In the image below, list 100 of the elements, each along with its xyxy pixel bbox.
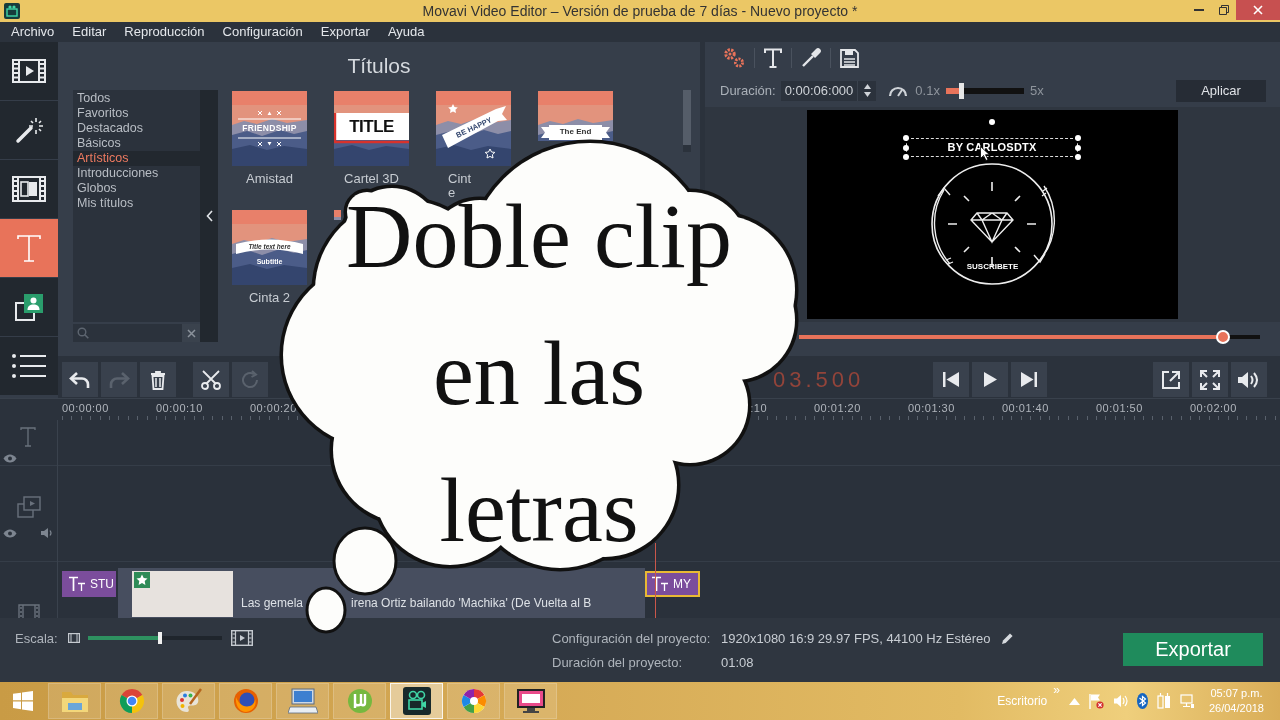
scale-label: Escala: xyxy=(15,630,58,646)
volume-button[interactable] xyxy=(1231,362,1267,397)
eyedropper-icon[interactable] xyxy=(801,48,821,68)
menu-item[interactable]: Exportar xyxy=(311,22,379,42)
taskbar-app-button[interactable] xyxy=(447,683,500,719)
info-value: 1920x1080 16:9 29.97 FPS, 44100 Hz Estéreo xyxy=(721,630,991,646)
film-icon[interactable] xyxy=(67,633,80,643)
cloud-caption: letras xyxy=(439,476,639,560)
undo-button[interactable] xyxy=(62,362,98,397)
category-item[interactable]: Mis títulos xyxy=(73,196,200,211)
playback-slider[interactable] xyxy=(799,330,1260,344)
text-track-icon xyxy=(20,427,36,447)
thumbnail-text: TITLE xyxy=(349,118,394,135)
clear-button[interactable] xyxy=(182,324,200,342)
mu-circle-icon xyxy=(346,688,373,714)
ruler-label: 00:01:50 xyxy=(1096,401,1143,414)
slider-thumb[interactable] xyxy=(958,82,964,99)
clip-caption: Las gemela xyxy=(241,596,304,610)
star-icon xyxy=(134,572,150,588)
info-value: 01:08 xyxy=(721,654,755,670)
speed-slider[interactable] xyxy=(945,82,1024,99)
apply-button[interactable]: Aplicar xyxy=(1176,79,1266,102)
title-clip[interactable]: STU xyxy=(62,571,116,597)
play-button[interactable] xyxy=(972,362,1008,397)
app-icon xyxy=(4,3,20,19)
letter-t-icon xyxy=(16,233,42,263)
speaker-icon[interactable] xyxy=(40,528,53,538)
zoom-slider[interactable] xyxy=(87,632,222,644)
flag-icon[interactable] xyxy=(1088,693,1104,709)
menu-item[interactable]: Reproducción xyxy=(115,22,214,42)
sidebar-tab[interactable] xyxy=(0,101,58,159)
pencil-icon[interactable] xyxy=(1000,631,1014,645)
canvas-text[interactable]: BY CARLOSDTX xyxy=(947,141,1037,154)
eye-icon[interactable] xyxy=(3,528,17,538)
previous-button[interactable] xyxy=(933,362,969,397)
ruler-label: :10 xyxy=(750,401,767,414)
cloud-caption: en las xyxy=(433,339,645,423)
cut-button[interactable] xyxy=(193,362,229,397)
bluetooth-icon[interactable] xyxy=(1136,693,1148,709)
next-button[interactable] xyxy=(1011,362,1047,397)
spinner[interactable] xyxy=(857,80,877,101)
search-field[interactable] xyxy=(73,324,200,342)
ruler-label: 00:01:40 xyxy=(1002,401,1049,414)
undo-icon xyxy=(69,370,91,389)
title-thumbnail[interactable] xyxy=(232,210,307,285)
clip-caption: irena Ortiz bailando 'Machika' (De Vuelta al B xyxy=(351,596,592,610)
category-item[interactable]: Introducciones xyxy=(73,166,200,181)
title-thumbnail[interactable] xyxy=(334,210,341,220)
film-play-icon[interactable] xyxy=(230,630,253,646)
category-item[interactable]: Artísticos xyxy=(73,151,200,166)
film-cut-icon xyxy=(12,176,46,202)
thumbnail-text: FRIENDSHIP xyxy=(242,124,297,133)
sidebar-tab[interactable] xyxy=(0,160,58,218)
skip-back-icon xyxy=(943,372,959,387)
text-tool-icon[interactable] xyxy=(764,48,782,68)
title-thumbnail[interactable] xyxy=(232,91,307,166)
taskbar-app-button[interactable] xyxy=(390,683,443,719)
category-item[interactable]: Favoritos xyxy=(73,106,200,121)
title-thumbnail[interactable] xyxy=(334,91,409,166)
menu-item[interactable]: Configuración xyxy=(213,22,312,42)
delete-button[interactable] xyxy=(140,362,176,397)
arrow-up-icon[interactable] xyxy=(863,84,871,89)
restore-icon xyxy=(1218,5,1229,15)
gears-icon[interactable] xyxy=(723,47,745,69)
title-thumbnail[interactable] xyxy=(436,91,511,166)
ruler-label: 00:02:00 xyxy=(1190,401,1237,414)
ruler-label: 00:00:20 xyxy=(250,401,297,414)
sidebar-tab[interactable] xyxy=(0,42,58,100)
category-item[interactable]: Básicos xyxy=(73,136,200,151)
window-title: Movavi Video Editor – Versión de prueba de 7 días - Nuevo proyecto * xyxy=(422,3,858,19)
eye-icon[interactable] xyxy=(3,454,17,463)
slider-thumb[interactable] xyxy=(158,632,162,644)
video-clip[interactable]: Las gemela irena Ortiz bailando 'Machika' (De Vuelta al B xyxy=(118,568,645,618)
menu-item[interactable]: Editar xyxy=(63,22,116,42)
info-label: Duración del proyecto: xyxy=(552,654,684,670)
category-item[interactable]: Destacados xyxy=(73,121,200,136)
rotate-icon xyxy=(240,369,260,390)
rotate-handle[interactable] xyxy=(989,119,995,125)
sidebar-tab[interactable] xyxy=(0,278,58,336)
title-thumbnail[interactable] xyxy=(538,91,613,141)
duration-field[interactable]: 0:00:06:000 xyxy=(780,80,858,101)
speed-max-label: 5x xyxy=(1029,83,1044,98)
export-button[interactable]: Exportar xyxy=(1123,633,1263,666)
ruler-label: 00:01:30 xyxy=(908,401,955,414)
computer-keyboard-icon xyxy=(287,688,318,714)
sidebar-tab[interactable] xyxy=(0,337,58,395)
arrow-down-icon[interactable] xyxy=(863,92,871,97)
title-clip[interactable]: MY xyxy=(645,571,700,597)
taskbar-app-button[interactable] xyxy=(504,683,557,719)
menu-item[interactable]: Archivo xyxy=(2,22,64,42)
thumbnail-label: Cartel 3D xyxy=(344,172,399,186)
category-item[interactable]: Todos xyxy=(73,91,200,106)
popout-icon xyxy=(1161,369,1181,390)
fullscreen-icon xyxy=(1200,369,1220,390)
title-clip-icon xyxy=(68,576,86,592)
category-item[interactable]: Globos xyxy=(73,181,200,196)
menu-item[interactable]: Ayuda xyxy=(378,22,434,42)
fullscreen-button[interactable] xyxy=(1192,362,1228,397)
slider-thumb[interactable] xyxy=(1216,330,1231,344)
popout-button[interactable] xyxy=(1153,362,1189,397)
